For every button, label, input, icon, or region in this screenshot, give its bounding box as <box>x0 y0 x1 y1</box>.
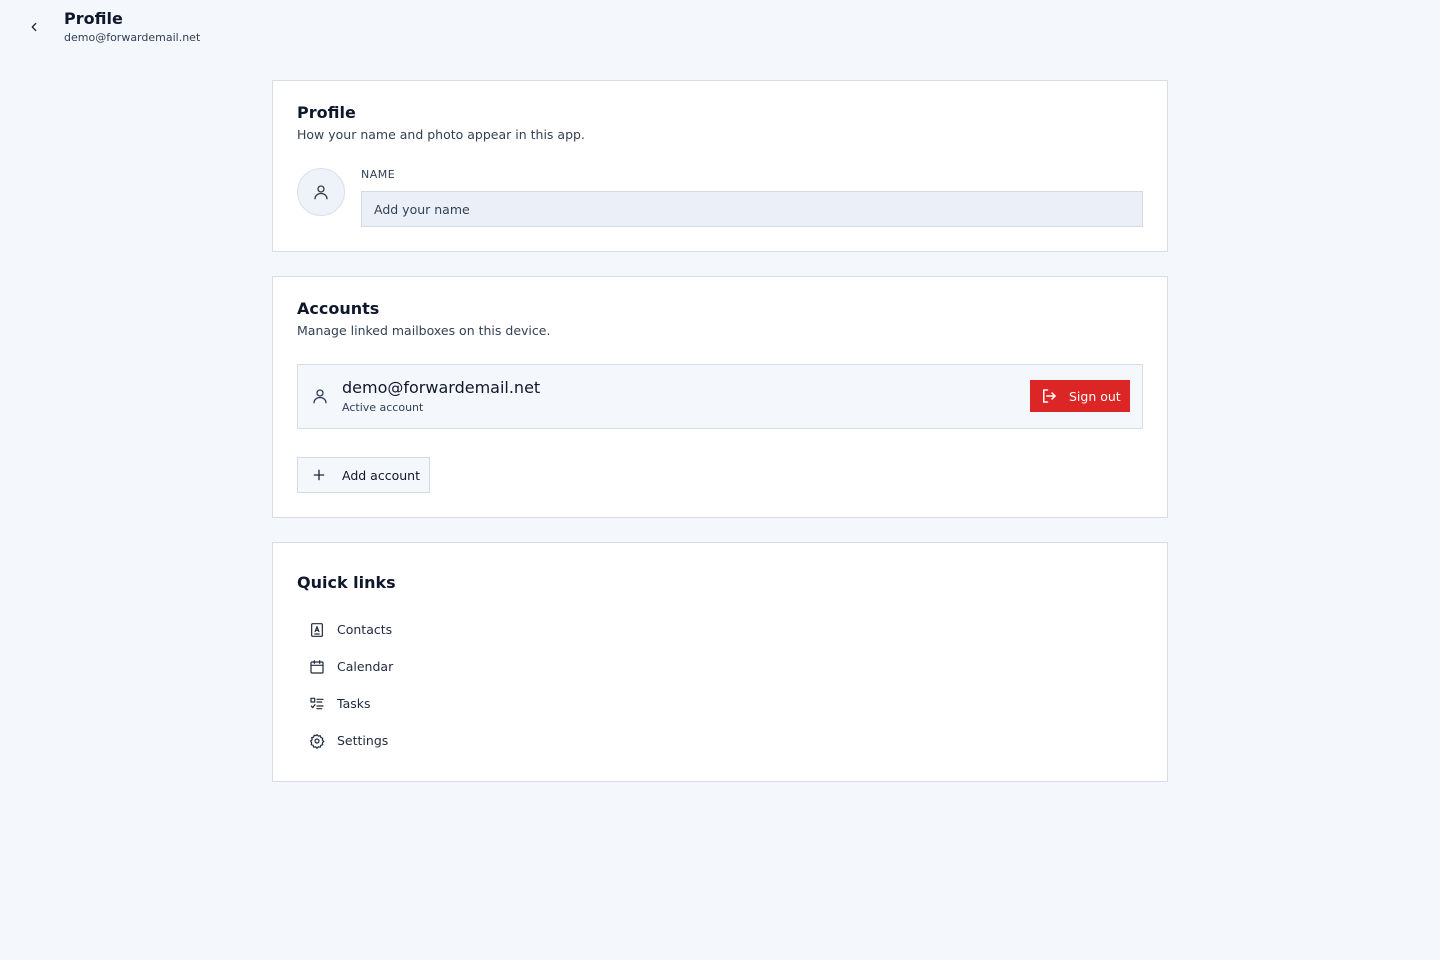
avatar[interactable] <box>297 168 345 216</box>
calendar-icon <box>309 659 325 675</box>
name-label: NAME <box>361 168 396 181</box>
page-subtitle: demo@forwardemail.net <box>64 31 201 44</box>
sign-out-icon <box>1040 387 1058 405</box>
quick-link-label: Tasks <box>337 696 371 711</box>
quick-links-card: Quick links Contacts Calendar Tasks Sett… <box>272 542 1168 782</box>
quick-link-label: Contacts <box>337 622 393 637</box>
account-status: Active account <box>342 401 424 414</box>
account-email: demo@forwardemail.net <box>342 378 541 397</box>
accounts-card-title: Accounts <box>297 299 380 318</box>
name-input[interactable] <box>361 191 1143 227</box>
quick-links-list: Contacts Calendar Tasks Settings <box>297 611 597 759</box>
add-account-label: Add account <box>342 467 420 483</box>
tasks-icon <box>309 696 325 712</box>
quick-link-settings[interactable]: Settings <box>297 722 597 759</box>
contacts-icon <box>309 622 325 638</box>
chevron-left-icon <box>31 22 37 32</box>
quick-link-label: Calendar <box>337 659 394 674</box>
accounts-card: Accounts Manage linked mailboxes on this… <box>272 276 1168 518</box>
title-block: Profile demo@forwardemail.net <box>64 9 200 46</box>
profile-card: Profile How your name and photo appear i… <box>272 80 1168 252</box>
plus-icon <box>311 467 327 483</box>
quick-link-contacts[interactable]: Contacts <box>297 611 597 648</box>
add-account-button[interactable]: Add account <box>297 457 430 493</box>
profile-card-title: Profile <box>297 103 356 122</box>
page-title: Profile <box>64 9 123 28</box>
sign-out-label: Sign out <box>1069 388 1121 404</box>
top-bar: Profile demo@forwardemail.net <box>0 0 1440 60</box>
gear-icon <box>309 733 325 749</box>
quick-link-calendar[interactable]: Calendar <box>297 648 597 685</box>
back-button[interactable] <box>24 17 44 37</box>
quick-link-label: Settings <box>337 733 389 748</box>
quick-links-title: Quick links <box>297 573 396 592</box>
user-icon <box>313 389 327 404</box>
account-row: demo@forwardemail.net Active account Sig… <box>297 364 1143 429</box>
sign-out-button[interactable]: Sign out <box>1030 380 1130 412</box>
accounts-card-description: Manage linked mailboxes on this device. <box>297 323 551 338</box>
user-icon <box>314 185 328 200</box>
account-icon-wrap <box>311 387 329 405</box>
profile-card-description: How your name and photo appear in this a… <box>297 127 585 142</box>
quick-link-tasks[interactable]: Tasks <box>297 685 597 722</box>
